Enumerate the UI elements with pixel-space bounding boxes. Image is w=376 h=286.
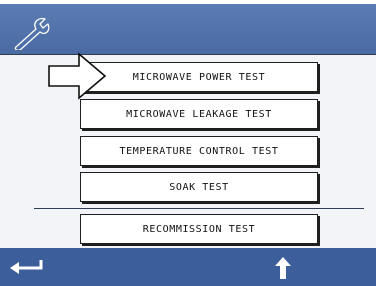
soak-test-button[interactable]: SOAK TEST — [80, 172, 318, 202]
header-bar — [0, 4, 376, 54]
return-arrow-icon[interactable] — [8, 258, 48, 278]
footer-bar — [0, 248, 376, 286]
microwave-power-test-label: MICROWAVE POWER TEST — [132, 71, 266, 83]
up-arrow-icon[interactable] — [273, 256, 293, 280]
screen: MICROWAVE POWER TEST MICROWAVE LEAKAGE T… — [0, 0, 376, 286]
temperature-control-test-button[interactable]: TEMPERATURE CONTROL TEST — [80, 136, 318, 166]
temperature-control-test-label: TEMPERATURE CONTROL TEST — [119, 145, 279, 157]
divider-bottom — [34, 208, 364, 209]
microwave-leakage-test-button[interactable]: MICROWAVE LEAKAGE TEST — [80, 99, 318, 129]
wrench-icon — [14, 17, 50, 50]
arrow-pointer-icon — [48, 52, 107, 100]
soak-test-label: SOAK TEST — [169, 181, 229, 193]
microwave-power-test-button[interactable]: MICROWAVE POWER TEST — [80, 62, 318, 92]
recommission-test-label: RECOMMISSION TEST — [142, 223, 256, 235]
microwave-leakage-test-label: MICROWAVE LEAKAGE TEST — [126, 108, 272, 120]
recommission-test-button[interactable]: RECOMMISSION TEST — [80, 214, 318, 244]
